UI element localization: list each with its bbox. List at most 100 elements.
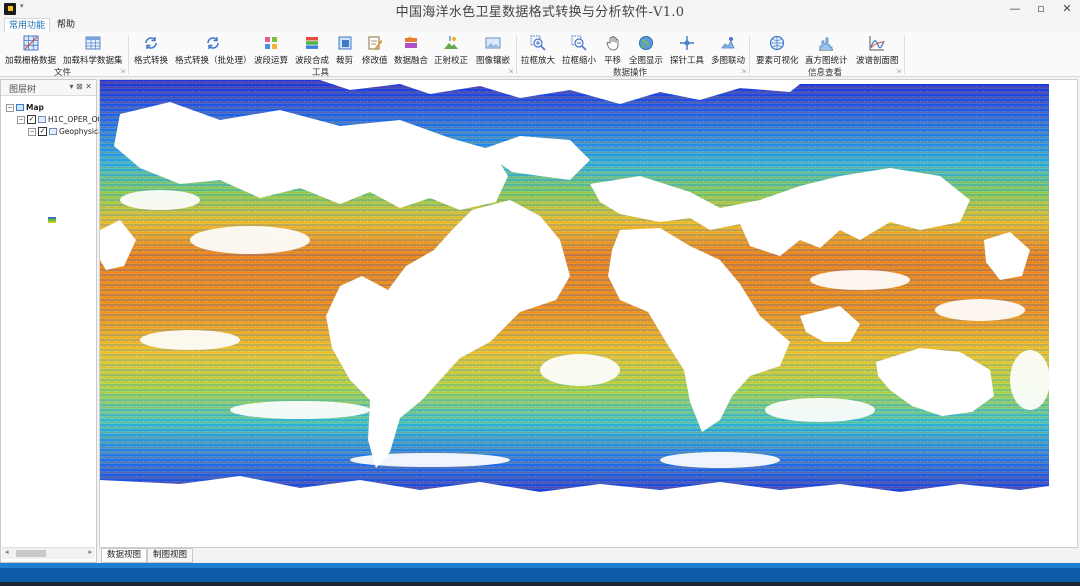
group-label-data-operation: 数据操作 xyxy=(613,68,648,78)
tree-label-map: Map xyxy=(26,103,44,112)
ribbon-toolbar: 加载栅格数据 加载科学数据集 文件 ⇲ 格式转换 格式转换（批处理） 波段运算 … xyxy=(0,32,1080,78)
tree-node-map[interactable]: − Map xyxy=(6,103,44,112)
modify-value-button[interactable]: 修改值 xyxy=(362,35,388,66)
convert-icon xyxy=(145,37,157,49)
band-composite-button[interactable]: 波段合成 xyxy=(295,35,329,66)
tree-label-dataset: Geophysical xyxy=(59,127,105,136)
grid-icon xyxy=(23,35,38,51)
menu-tabs: 常用功能 帮助 xyxy=(0,18,1080,33)
collapse-icon[interactable]: − xyxy=(28,127,36,136)
ocean-color-raster xyxy=(100,80,1049,498)
globe-settings-icon xyxy=(770,35,785,51)
clip-icon xyxy=(338,36,351,50)
zoom-in-box-button[interactable]: 拉框放大 xyxy=(521,35,555,66)
full-extent-label: 全图显示 xyxy=(629,56,664,66)
histogram-button[interactable]: 直方图统计 xyxy=(805,35,848,66)
group-launcher-icon[interactable]: ⇲ xyxy=(896,68,901,75)
panel-title: 图层树 xyxy=(9,85,37,95)
ortho-correction-button[interactable]: 正射校正 xyxy=(434,35,468,66)
scroll-right-icon[interactable]: ▸ xyxy=(88,548,92,556)
probe-tool-button[interactable]: 探针工具 xyxy=(670,35,704,66)
feature-visualization-button[interactable]: 要素可视化 xyxy=(756,35,799,66)
image-mosaic-label: 图像镶嵌 xyxy=(476,56,511,66)
multi-map-link-icon xyxy=(721,37,735,49)
collapse-icon[interactable]: − xyxy=(6,103,14,112)
band-math-button[interactable]: 波段运算 xyxy=(254,35,288,66)
group-launcher-icon[interactable]: ⇲ xyxy=(120,68,125,75)
group-launcher-icon[interactable]: ⇲ xyxy=(508,68,513,75)
crosshair-icon xyxy=(680,36,694,50)
group-divider xyxy=(904,36,905,74)
zoom-out-icon xyxy=(571,35,587,51)
group-launcher-icon[interactable]: ⇲ xyxy=(741,68,746,75)
fusion-icon xyxy=(405,36,417,48)
zoom-in-icon xyxy=(530,35,546,51)
panel-pin-close-icon[interactable]: ▾ ⊠ ✕ xyxy=(69,82,92,91)
group-divider xyxy=(128,36,129,74)
modify-value-label: 修改值 xyxy=(362,56,388,66)
group-label-info-view: 信息查看 xyxy=(808,68,843,78)
load-scientific-dataset-label: 加载科学数据集 xyxy=(63,56,123,66)
scroll-left-icon[interactable]: ◂ xyxy=(5,548,9,556)
map-view[interactable] xyxy=(99,79,1078,548)
image-mosaic-button[interactable]: 图像镶嵌 xyxy=(476,35,510,66)
map-icon xyxy=(16,104,24,111)
pan-button[interactable]: 平移 xyxy=(604,35,621,66)
spectral-profile-label: 波谱剖面图 xyxy=(856,56,899,66)
tab-map-layout-view[interactable]: 制图视图 xyxy=(147,548,194,563)
line-chart-icon xyxy=(869,36,885,51)
globe-icon xyxy=(639,36,653,50)
scroll-thumb[interactable] xyxy=(16,550,46,557)
tab-common-functions[interactable]: 常用功能 xyxy=(4,18,51,33)
dataset-visibility-checkbox[interactable]: ✓ xyxy=(38,127,47,136)
close-button[interactable]: ✕ xyxy=(1060,2,1074,15)
mosaic-icon xyxy=(485,37,501,49)
multi-map-link-button[interactable]: 多图联动 xyxy=(711,35,745,66)
dataset-icon xyxy=(49,128,57,135)
clip-label: 裁剪 xyxy=(336,56,354,66)
tab-help[interactable]: 帮助 xyxy=(53,18,79,32)
probe-tool-label: 探针工具 xyxy=(670,56,705,66)
multi-map-link-label: 多图联动 xyxy=(711,56,746,66)
panel-header: 图层树 ▾ ⊠ ✕ xyxy=(1,80,96,96)
tree-node-layer[interactable]: − ✓ H1C_OPER_OCT xyxy=(17,115,107,124)
colormap-legend-swatch xyxy=(48,217,56,223)
collapse-icon[interactable]: − xyxy=(17,115,25,124)
maximize-button[interactable]: ▫ xyxy=(1034,2,1048,15)
group-label-tools: 工具 xyxy=(312,68,330,78)
zoom-in-box-label: 拉框放大 xyxy=(521,56,556,66)
data-fusion-button[interactable]: 数据融合 xyxy=(394,35,428,66)
tab-data-view[interactable]: 数据视图 xyxy=(101,548,148,563)
band-composite-label: 波段合成 xyxy=(295,56,330,66)
layer-visibility-checkbox[interactable]: ✓ xyxy=(27,115,36,124)
format-convert-label: 格式转换 xyxy=(134,56,169,66)
map-canvas[interactable] xyxy=(100,80,1049,498)
tree-node-dataset[interactable]: − ✓ Geophysical xyxy=(28,127,105,136)
band-math-label: 波段运算 xyxy=(254,56,289,66)
load-raster-label: 加载栅格数据 xyxy=(5,56,57,66)
title-bar: ▾ 中国海洋水色卫星数据格式转换与分析软件-V1.0 — ▫ ✕ xyxy=(0,0,1080,20)
batch-convert-icon xyxy=(207,37,220,49)
layer-tree-panel: 图层树 ▾ ⊠ ✕ − Map − ✓ H1C_OPER_OCT − ✓ Geo… xyxy=(0,79,107,563)
zoom-out-box-label: 拉框缩小 xyxy=(562,56,597,66)
group-divider xyxy=(749,36,750,74)
table-icon xyxy=(85,36,101,50)
taskbar-strip xyxy=(0,582,1080,586)
load-scientific-dataset-button[interactable]: 加载科学数据集 xyxy=(63,35,123,66)
band-composite-icon xyxy=(306,37,318,49)
format-convert-button[interactable]: 格式转换 xyxy=(134,35,168,66)
load-raster-button[interactable]: 加载栅格数据 xyxy=(5,35,56,66)
group-divider xyxy=(516,36,517,74)
data-fusion-label: 数据融合 xyxy=(394,56,429,66)
zoom-out-box-button[interactable]: 拉框缩小 xyxy=(562,35,596,66)
minimize-button[interactable]: — xyxy=(1008,2,1022,15)
full-extent-button[interactable]: 全图显示 xyxy=(629,35,663,66)
feature-visualization-label: 要素可视化 xyxy=(756,56,799,66)
horizontal-scrollbar[interactable]: ◂ ▸ xyxy=(2,547,95,559)
clip-button[interactable]: 裁剪 xyxy=(336,35,353,66)
pan-label: 平移 xyxy=(604,56,622,66)
ortho-correction-icon xyxy=(444,36,458,49)
batch-convert-button[interactable]: 格式转换（批处理） xyxy=(175,35,252,66)
raster-layer-icon xyxy=(38,116,46,123)
spectral-profile-button[interactable]: 波谱剖面图 xyxy=(856,35,899,66)
